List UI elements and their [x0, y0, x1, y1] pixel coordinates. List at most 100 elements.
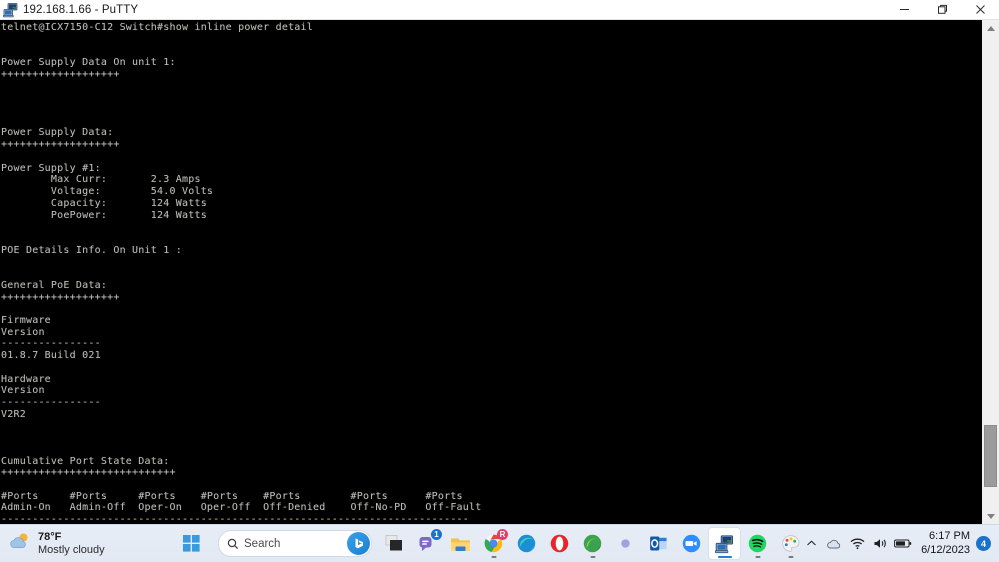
start-button[interactable]	[175, 527, 208, 560]
edge-green-icon[interactable]	[576, 527, 609, 560]
running-indicator	[590, 556, 595, 559]
weather-text: 78°F Mostly cloudy	[38, 531, 105, 556]
task-view-icon[interactable]	[378, 527, 411, 560]
search-icon	[227, 538, 239, 550]
notification-badge[interactable]: 4	[976, 536, 991, 551]
minimize-button[interactable]	[885, 0, 923, 19]
terminal-line: telnet@ICX7150-C12 Switch#show inline po…	[1, 22, 981, 34]
terminal-line: Capacity: 124 Watts	[1, 198, 981, 210]
terminal-line: +++++++++++++++++++	[1, 69, 981, 81]
bing-icon[interactable]	[347, 532, 370, 555]
running-indicator	[755, 556, 760, 559]
terminal-line	[1, 303, 981, 315]
chrome-badge: R	[497, 529, 508, 540]
terminal-line	[1, 34, 981, 46]
weather-temperature: 78°F	[38, 531, 105, 544]
terminal-line: Power Supply Data:	[1, 127, 981, 139]
onedrive-icon[interactable]	[823, 529, 845, 559]
window-title: 192.168.1.66 - PuTTY	[23, 4, 138, 16]
folder-icon[interactable]	[444, 527, 477, 560]
putty-taskbar-button[interactable]	[708, 527, 741, 560]
terminal-output[interactable]: telnet@ICX7150-C12 Switch#show inline po…	[0, 20, 981, 525]
clock-date: 6/12/2023	[921, 544, 970, 557]
terminal-line: 01.8.7 Build 021	[1, 350, 981, 362]
chevron-up-icon[interactable]	[800, 529, 822, 559]
terminal-line: V2R2	[1, 409, 981, 421]
office-icon[interactable]	[609, 527, 642, 560]
terminal-line: Max Curr: 2.3 Amps	[1, 174, 981, 186]
windows-taskbar: 78°F Mostly cloudy Search	[0, 524, 999, 562]
search-placeholder: Search	[244, 538, 280, 550]
terminal-line	[1, 444, 981, 456]
window-controls	[885, 0, 999, 19]
chrome-icon[interactable]: R	[477, 527, 510, 560]
terminal-line	[1, 268, 981, 280]
opera-icon[interactable]	[543, 527, 576, 560]
scroll-up-icon	[987, 26, 995, 31]
terminal-line: POE Details Info. On Unit 1 :	[1, 245, 981, 257]
terminal-line: Version	[1, 327, 981, 339]
terminal-line: Power Supply Data On unit 1:	[1, 57, 981, 69]
terminal-line: PoePower: 124 Watts	[1, 210, 981, 222]
teams-icon[interactable]: 1	[411, 527, 444, 560]
weather-description: Mostly cloudy	[38, 544, 105, 557]
running-indicator	[788, 556, 793, 559]
terminal-line: +++++++++++++++++++	[1, 292, 981, 304]
terminal-line	[1, 45, 981, 57]
running-indicator	[491, 556, 496, 559]
clock[interactable]: 6:17 PM 6/12/2023	[921, 530, 970, 556]
spotify-icon[interactable]	[741, 527, 774, 560]
terminal-line	[1, 233, 981, 245]
maximize-button[interactable]	[923, 0, 961, 19]
terminal-line	[1, 256, 981, 268]
search-input[interactable]: Search	[218, 530, 372, 557]
scrollbar-track[interactable]	[982, 37, 999, 508]
active-indicator	[718, 556, 732, 559]
terminal-line: ----------------	[1, 338, 981, 350]
terminal-line	[1, 81, 981, 93]
terminal-line: #Ports #Ports #Ports #Ports #Ports #Port…	[1, 491, 981, 503]
terminal-line	[1, 362, 981, 374]
terminal-line: Admin-On Admin-Off Oper-On Oper-Off Off-…	[1, 502, 981, 514]
terminal-line: Hardware	[1, 374, 981, 386]
window-titlebar[interactable]: 192.168.1.66 - PuTTY	[0, 0, 999, 20]
terminal-line	[1, 432, 981, 444]
terminal-line: Voltage: 54.0 Volts	[1, 186, 981, 198]
terminal-line: General PoE Data:	[1, 280, 981, 292]
clock-time: 6:17 PM	[921, 530, 970, 543]
terminal-line	[1, 479, 981, 491]
terminal-line	[1, 104, 981, 116]
scrollbar-thumb[interactable]	[984, 425, 997, 487]
close-button[interactable]	[961, 0, 999, 19]
system-tray: 6:17 PM 6/12/2023 4	[800, 525, 993, 562]
terminal-line	[1, 116, 981, 128]
scroll-down-icon	[987, 514, 995, 519]
terminal-line: Version	[1, 385, 981, 397]
scroll-down-button[interactable]	[982, 508, 999, 525]
terminal-line	[1, 92, 981, 104]
teams-badge: 1	[431, 529, 442, 540]
terminal-line	[1, 151, 981, 163]
terminal-area: telnet@ICX7150-C12 Switch#show inline po…	[0, 20, 999, 525]
weather-widget[interactable]: 78°F Mostly cloudy	[8, 531, 158, 556]
terminal-line: ++++++++++++++++++++++++++++	[1, 467, 981, 479]
taskbar-apps: Search 1	[175, 525, 807, 562]
wifi-icon[interactable]	[846, 529, 868, 559]
terminal-line: ----------------	[1, 397, 981, 409]
terminal-line: +++++++++++++++++++	[1, 139, 981, 151]
volume-icon[interactable]	[869, 529, 891, 559]
battery-icon[interactable]	[892, 529, 914, 559]
scroll-up-button[interactable]	[982, 20, 999, 37]
zoom-icon[interactable]	[675, 527, 708, 560]
terminal-line: Firmware	[1, 315, 981, 327]
terminal-line: Cumulative Port State Data:	[1, 456, 981, 468]
terminal-line	[1, 420, 981, 432]
putty-window: 192.168.1.66 - PuTTY telnet@ICX7150-C12 …	[0, 0, 999, 525]
terminal-line	[1, 221, 981, 233]
terminal-line: Power Supply #1:	[1, 163, 981, 175]
outlook-icon[interactable]	[642, 527, 675, 560]
putty-network-icon	[3, 2, 19, 18]
terminal-scrollbar[interactable]	[981, 20, 999, 525]
edge-icon[interactable]	[510, 527, 543, 560]
partly-cloudy-icon	[8, 531, 32, 556]
